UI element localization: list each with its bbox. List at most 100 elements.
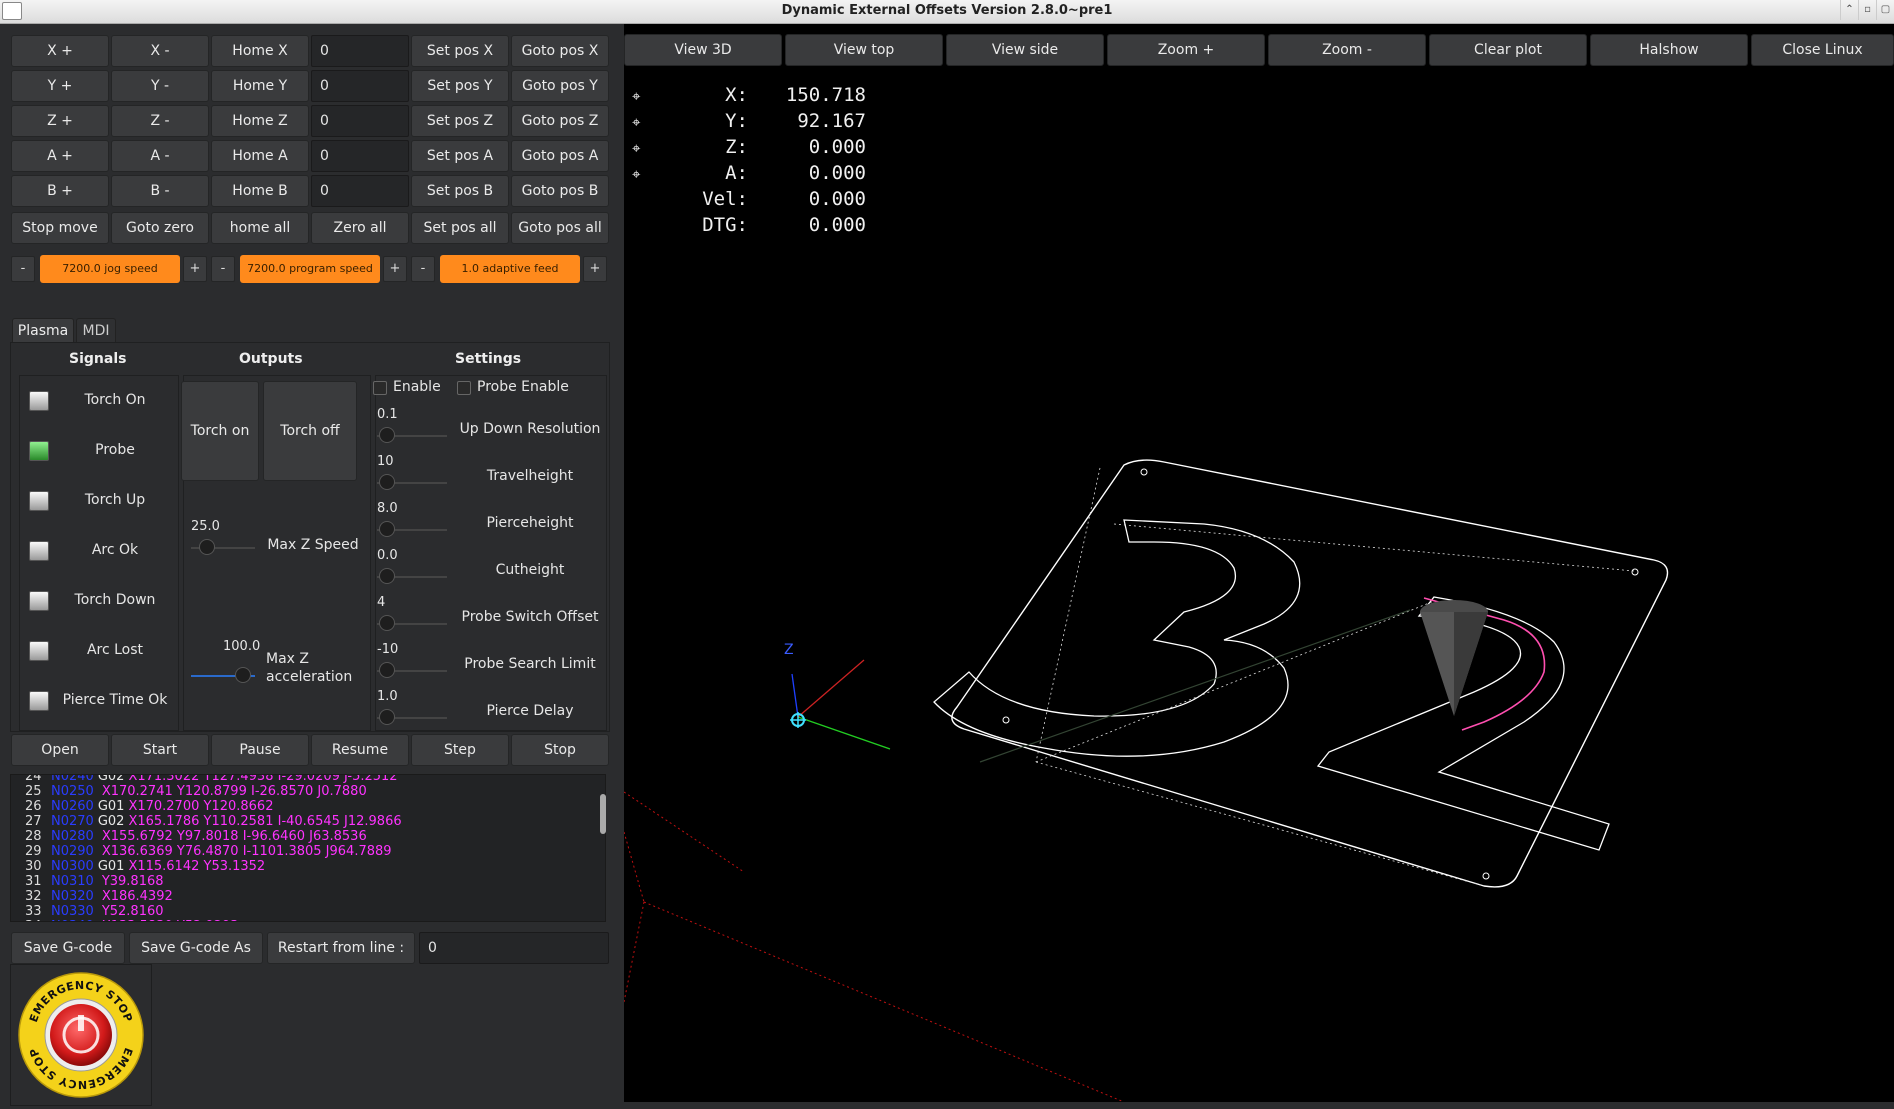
save-gcode-as-button[interactable]: Save G-code As [129,932,263,964]
block-number: N0290 [51,844,94,859]
setting-slider[interactable] [379,521,395,537]
jog-z-minus-button[interactable]: Z - [111,105,209,137]
minimize-icon[interactable]: ⌃ [1840,0,1858,20]
probe-enable-checkbox[interactable] [457,381,471,395]
jog-a-minus-button[interactable]: A - [111,140,209,172]
jog-speed-minus-button[interactable]: - [11,256,35,282]
maximize-icon[interactable]: ▫ [1858,0,1876,20]
enable-checkbox[interactable] [373,381,387,395]
jog-speed-plus-button[interactable]: + [183,256,207,282]
line-number: 34 [11,919,51,921]
start-button[interactable]: Start [111,734,209,766]
set-pos-a-button[interactable]: Set pos A [411,140,509,172]
set-pos-b-button[interactable]: Set pos B [411,175,509,207]
stop-move-button[interactable]: Stop move [11,212,109,244]
jog-z-plus-button[interactable]: Z + [11,105,109,137]
set-pos-all-button[interactable]: Set pos all [411,212,509,244]
jog-speed-bar[interactable]: 7200.0 jog speed [40,255,180,283]
adaptive-feed-minus-button[interactable]: - [411,256,435,282]
home-a-button[interactable]: Home A [211,140,309,172]
pos-a-input[interactable]: 0 [311,140,409,172]
restart-line-input[interactable]: 0 [419,932,609,964]
toolpath-plot[interactable]: Z [624,72,1894,1102]
torch-on-button[interactable]: Torch on [181,381,259,481]
gcode-line[interactable]: 31 N0310 Y39.8168 [11,874,164,889]
goto-pos-a-button[interactable]: Goto pos A [511,140,609,172]
gcode-line[interactable]: 26 N0260 G01 X170.2700 Y120.8662 [11,799,273,814]
stop-button[interactable]: Stop [511,734,609,766]
setting-slider[interactable] [379,427,395,443]
save-gcode-button[interactable]: Save G-code [11,932,125,964]
gcode-coords: X186.4392 [101,889,173,904]
jog-b-plus-button[interactable]: B + [11,175,109,207]
set-pos-y-button[interactable]: Set pos Y [411,70,509,102]
clear-plot-button[interactable]: Clear plot [1429,34,1587,66]
setting-slider[interactable] [379,615,395,631]
program-speed-plus-button[interactable]: + [383,256,407,282]
set-pos-x-button[interactable]: Set pos X [411,35,509,67]
jog-x-minus-button[interactable]: X - [111,35,209,67]
gcode-view[interactable]: 24 N0240 G02 X171.3022 Y127.4938 I-29.0209 … [10,774,606,922]
pos-z-input[interactable]: 0 [311,105,409,137]
goto-pos-all-button[interactable]: Goto pos all [511,212,609,244]
halshow-button[interactable]: Halshow [1590,34,1748,66]
resume-button[interactable]: Resume [311,734,409,766]
jog-y-minus-button[interactable]: Y - [111,70,209,102]
pos-b-input[interactable]: 0 [311,175,409,207]
pos-y-input[interactable]: 0 [311,70,409,102]
torch-off-button[interactable]: Torch off [263,381,357,481]
home-z-button[interactable]: Home Z [211,105,309,137]
setting-slider[interactable] [379,474,395,490]
tab-mdi[interactable]: MDI [76,318,116,342]
adaptive-feed-plus-button[interactable]: + [583,256,607,282]
gcode-line[interactable]: 34N0340 X133.5830 Y52.9293 [11,919,239,921]
goto-pos-y-button[interactable]: Goto pos Y [511,70,609,102]
pos-x-input[interactable]: 0 [311,35,409,67]
max-z-accel-slider[interactable] [235,667,251,683]
gcode-line[interactable]: 28 N0280 X155.6792 Y97.8018 I-96.6460 J63.… [11,829,367,844]
setting-slider[interactable] [379,662,395,678]
max-z-speed-slider[interactable] [199,539,215,555]
program-speed-bar[interactable]: 7200.0 program speed [240,255,380,283]
set-pos-z-button[interactable]: Set pos Z [411,105,509,137]
gcode-line[interactable]: 32 N0320 X186.4392 [11,889,173,904]
view-top-button[interactable]: View top [785,34,943,66]
home-b-button[interactable]: Home B [211,175,309,207]
adaptive-feed-bar[interactable]: 1.0 adaptive feed [440,255,580,283]
home-x-button[interactable]: Home X [211,35,309,67]
zoom-in-button[interactable]: Zoom + [1107,34,1265,66]
view-3d-button[interactable]: View 3D [624,34,782,66]
tab-plasma[interactable]: Plasma [12,318,74,342]
jog-b-minus-button[interactable]: B - [111,175,209,207]
goto-pos-z-button[interactable]: Goto pos Z [511,105,609,137]
window-menu-icon[interactable] [2,2,22,20]
gcode-scrollbar[interactable] [600,794,606,834]
gcode-line[interactable]: 27 N0270 G02 X165.1786 Y110.2581 I-40.6545 … [11,814,402,829]
gcode-line[interactable]: 29 N0290 X136.6369 Y76.4870 I-1101.3805 J9… [11,844,392,859]
close-window-icon[interactable]: ▢ [1876,0,1894,20]
program-speed-minus-button[interactable]: - [211,256,235,282]
jog-y-plus-button[interactable]: Y + [11,70,109,102]
setting-slider[interactable] [379,568,395,584]
emergency-stop-button[interactable]: EMERGENCY STOP EMERGENCY STOP [10,964,152,1106]
close-linux-button[interactable]: Close Linux [1751,34,1894,66]
home-all-button[interactable]: home all [211,212,309,244]
gcode-line[interactable]: 30 N0300 G01 X115.6142 Y53.1352 [11,859,265,874]
gcode-line[interactable]: 33 N0330 Y52.8160 [11,904,164,919]
gcode-line[interactable]: 24 N0240 G02 X171.3022 Y127.4938 I-29.0209 … [11,775,398,784]
setting-slider[interactable] [379,709,395,725]
jog-a-plus-button[interactable]: A + [11,140,109,172]
zero-all-button[interactable]: Zero all [311,212,409,244]
goto-pos-b-button[interactable]: Goto pos B [511,175,609,207]
goto-zero-button[interactable]: Goto zero [111,212,209,244]
open-button[interactable]: Open [11,734,109,766]
zoom-out-button[interactable]: Zoom - [1268,34,1426,66]
step-button[interactable]: Step [411,734,509,766]
goto-pos-x-button[interactable]: Goto pos X [511,35,609,67]
jog-x-plus-button[interactable]: X + [11,35,109,67]
view-side-button[interactable]: View side [946,34,1104,66]
gcode-line[interactable]: 25 N0250 X170.2741 Y120.8799 I-26.8570 J0.… [11,784,367,799]
restart-from-line-button[interactable]: Restart from line : [267,932,415,964]
pause-button[interactable]: Pause [211,734,309,766]
home-y-button[interactable]: Home Y [211,70,309,102]
